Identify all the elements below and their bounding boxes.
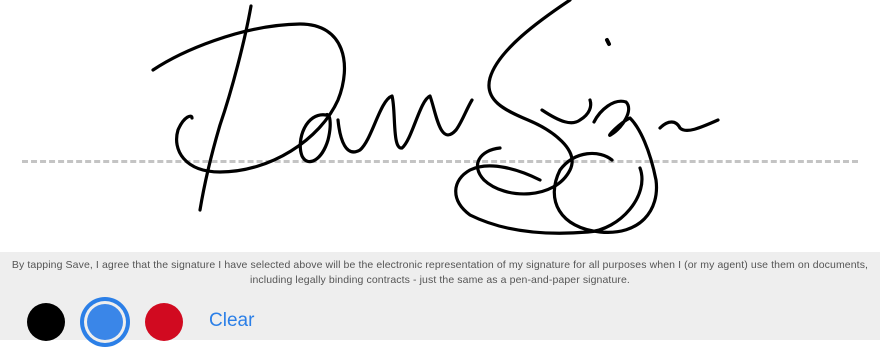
color-swatch-black[interactable]: [27, 303, 65, 341]
signature-stroke-g-loop: [454, 164, 644, 235]
color-swatch-blue-gap: [84, 301, 126, 343]
signature-stroke-i-dot: [605, 38, 611, 46]
consent-line-2: including legally binding contracts - ju…: [250, 274, 630, 286]
signature-stroke-i: [540, 98, 593, 125]
consent-text: By tapping Save, I agree that the signat…: [0, 258, 880, 288]
signature-pad[interactable]: [0, 0, 880, 252]
signature-stroke-m: [336, 94, 474, 154]
signature-footer: By tapping Save, I agree that the signat…: [0, 252, 880, 347]
consent-line-1: By tapping Save, I agree that the signat…: [11, 259, 869, 271]
signature-stroke-n: [658, 118, 720, 133]
signature-stroke-d-bowl: [151, 22, 346, 174]
clear-button[interactable]: Clear: [209, 310, 254, 332]
color-swatch-blue-fill: [87, 304, 123, 340]
color-swatch-red[interactable]: [145, 303, 183, 341]
signature-strokes: [151, 0, 720, 235]
